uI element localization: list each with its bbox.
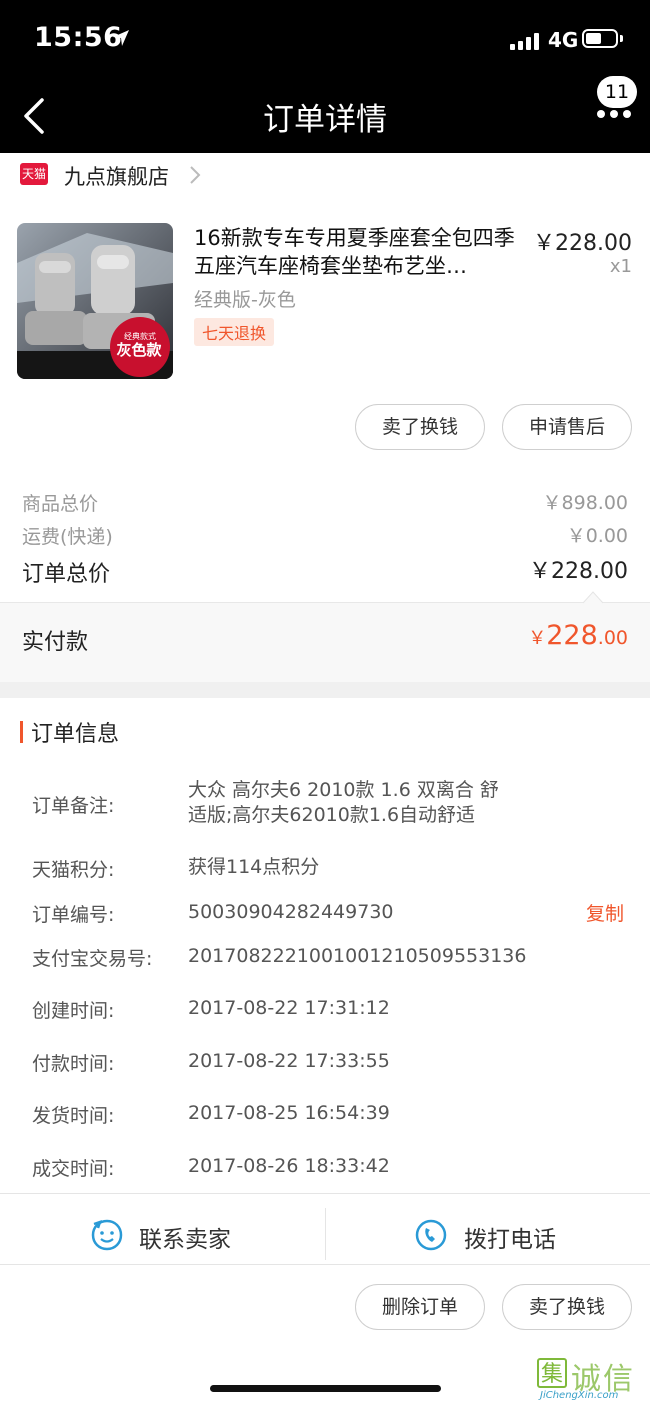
watermark-logo: 集 [537, 1358, 567, 1388]
created-time-label: 创建时间: [32, 1000, 115, 1022]
product-quantity: x1 [609, 256, 632, 277]
return-policy-tag: 七天退换 [194, 318, 275, 346]
order-total-value: ￥228.00 [529, 559, 628, 584]
goods-total-value: ￥898.00 [542, 492, 628, 514]
paid-currency: ￥ [528, 628, 547, 649]
page-title: 订单详情 [263, 102, 387, 138]
after-sale-button[interactable]: 申请售后 [502, 404, 632, 450]
battery-icon [582, 29, 618, 48]
shipped-time-value: 2017-08-25 16:54:39 [188, 1102, 390, 1124]
product-thumbnail[interactable]: 经典款式 灰色款 [17, 223, 173, 379]
more-icon[interactable] [597, 110, 631, 120]
shipping-value: ￥0.00 [566, 525, 628, 547]
tmall-logo: 天猫 [20, 163, 48, 185]
phone-icon[interactable] [414, 1218, 448, 1252]
remark-line-1: 大众 高尔夫6 2010款 1.6 双离合 舒 [188, 779, 499, 801]
created-time-value: 2017-08-22 17:31:12 [188, 997, 390, 1019]
paid-label: 实付款 [22, 630, 89, 655]
product-price: ￥228.00 [533, 231, 632, 256]
signal-icon [510, 32, 542, 50]
svg-text:灰色款: 灰色款 [116, 341, 162, 359]
sell-for-cash-button-bottom[interactable]: 卖了换钱 [502, 1284, 632, 1330]
completed-time-value: 2017-08-26 18:33:42 [188, 1155, 390, 1177]
points-label: 天猫积分: [32, 859, 115, 881]
store-name[interactable]: 九点旗舰店 [64, 161, 169, 191]
pointer-caret [583, 591, 603, 604]
svg-text:经典款式: 经典款式 [124, 331, 156, 341]
product-title[interactable]: 16新款专车专用夏季座套全包四季五座汽车座椅套坐垫布艺坐… [194, 224, 522, 280]
paid-value: ￥228.00 [480, 620, 628, 651]
call-phone-button[interactable]: 拨打电话 [464, 1220, 556, 1254]
paid-decimal: .00 [597, 627, 628, 649]
paid-time-label: 付款时间: [32, 1053, 115, 1075]
order-total-label: 订单总价 [22, 562, 111, 587]
battery-cap [620, 35, 623, 42]
copy-button[interactable]: 复制 [586, 899, 624, 926]
car-seat-image: 经典款式 灰色款 [17, 223, 173, 379]
location-arrow-icon [113, 30, 129, 46]
goods-total-label: 商品总价 [22, 493, 99, 515]
order-info-title: 订单信息 [31, 722, 120, 747]
sell-for-cash-button[interactable]: 卖了换钱 [355, 404, 485, 450]
order-number-value: 50030904282449730 [188, 901, 394, 923]
message-count-badge[interactable]: 11 [597, 76, 637, 108]
chat-bubble-icon[interactable] [90, 1218, 124, 1252]
product-sku: 经典版-灰色 [194, 289, 296, 311]
points-value: 获得114点积分 [188, 856, 320, 878]
section-divider [0, 682, 650, 698]
alipay-value: 2017082221001001210509553136 [188, 945, 527, 967]
shipping-label: 运费(快递) [22, 526, 113, 548]
contact-seller-button[interactable]: 联系卖家 [139, 1220, 231, 1254]
watermark-url: JiChengXin.com [540, 1390, 619, 1401]
delete-order-button[interactable]: 删除订单 [355, 1284, 485, 1330]
network-type: 4G [548, 28, 579, 52]
chevron-right-icon[interactable] [188, 164, 202, 186]
contact-divider [325, 1208, 326, 1260]
paid-time-value: 2017-08-22 17:33:55 [188, 1050, 390, 1072]
paid-integer: 228 [546, 620, 598, 651]
order-number-label: 订单编号: [32, 904, 115, 926]
shipped-time-label: 发货时间: [32, 1105, 115, 1127]
status-time: 15:56 [34, 22, 123, 53]
remark-line-2: 适版;高尔夫62010款1.6自动舒适 [188, 804, 476, 826]
completed-time-label: 成交时间: [32, 1158, 115, 1180]
alipay-label: 支付宝交易号: [32, 948, 153, 970]
remark-label: 订单备注: [32, 795, 115, 817]
home-indicator[interactable] [210, 1385, 441, 1392]
section-accent-bar [20, 721, 23, 743]
